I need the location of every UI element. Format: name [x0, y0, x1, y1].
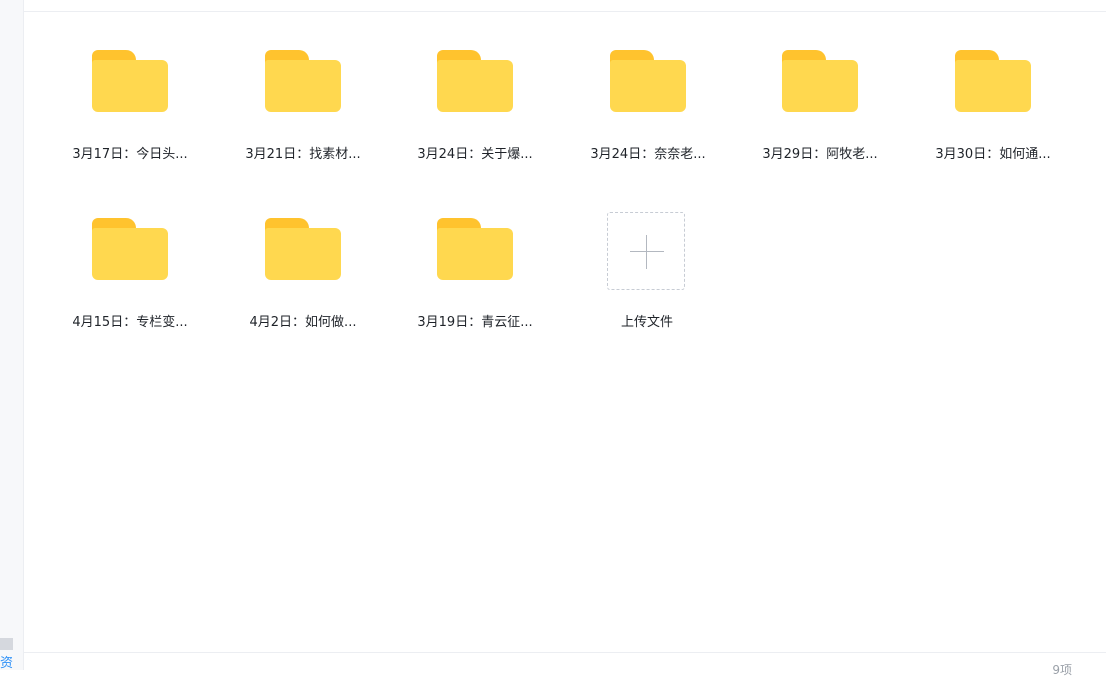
folder-tile[interactable]: 4月2日：如何做... — [238, 218, 388, 368]
plus-icon — [646, 235, 647, 269]
folder-name: 4月2日：如何做... — [249, 315, 357, 330]
folder-icon — [92, 50, 168, 112]
folder-tile[interactable]: 3月19日：青云征... — [410, 218, 560, 368]
folder-tile[interactable]: 3月17日：今日头... — [65, 50, 215, 200]
folder-tile[interactable]: 3月29日：阿牧老... — [755, 50, 905, 200]
folder-name: 4月15日：专栏变... — [72, 315, 188, 330]
folder-icon — [437, 218, 513, 280]
folder-name: 3月29日：阿牧老... — [762, 147, 878, 162]
folder-icon — [92, 218, 168, 280]
folder-tile[interactable]: 3月24日：奈奈老... — [583, 50, 733, 200]
upload-drop-box[interactable] — [607, 212, 685, 290]
folder-name: 3月19日：青云征... — [417, 315, 533, 330]
folder-tile[interactable]: 4月15日：专栏变... — [65, 218, 215, 368]
folder-icon — [610, 50, 686, 112]
folder-icon — [782, 50, 858, 112]
folder-name: 3月24日：关于爆... — [417, 147, 533, 162]
folder-tile[interactable]: 3月21日：找素材... — [238, 50, 388, 200]
scrollbar-thumb[interactable] — [0, 638, 13, 650]
plus-icon — [630, 251, 664, 252]
status-bar: 9项 — [24, 652, 1106, 677]
upload-label: 上传文件 — [620, 315, 673, 330]
top-divider — [24, 11, 1106, 12]
folder-icon — [265, 50, 341, 112]
left-sidebar-strip: 资 — [0, 0, 24, 671]
folder-name: 3月17日：今日头... — [72, 147, 188, 162]
folder-name: 3月30日：如何通... — [935, 147, 1051, 162]
folder-name: 3月24日：奈奈老... — [590, 147, 706, 162]
folder-tile[interactable]: 3月30日：如何通... — [928, 50, 1078, 200]
folder-icon — [437, 50, 513, 112]
folder-name: 3月21日：找素材... — [245, 147, 361, 162]
folder-tile[interactable]: 3月24日：关于爆... — [410, 50, 560, 200]
upload-file-button[interactable]: 上传文件 — [582, 212, 732, 362]
folder-icon — [265, 218, 341, 280]
folder-icon — [955, 50, 1031, 112]
